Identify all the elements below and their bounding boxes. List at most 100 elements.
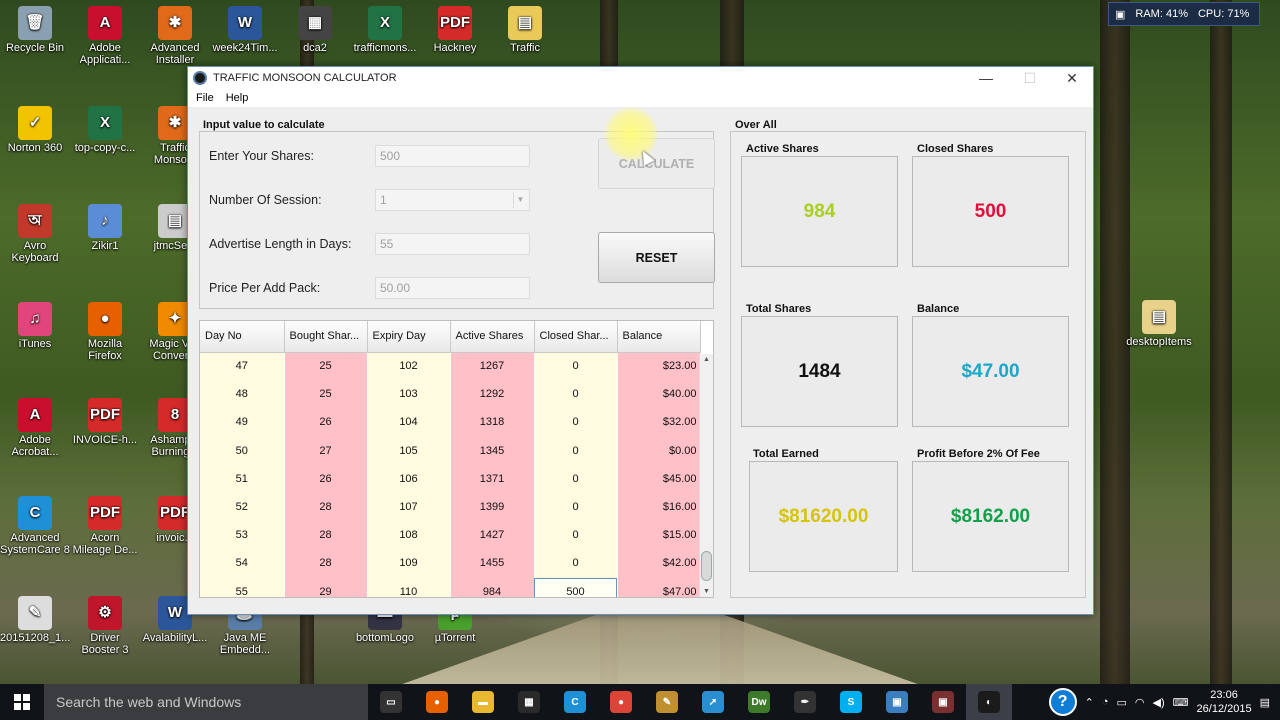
table-cell[interactable]: 107 [367,492,451,522]
menu-file[interactable]: File [196,92,214,104]
table-cell[interactable]: $15.00 [617,521,701,550]
taskbar-virtualbox-button[interactable]: ▣ [874,684,920,720]
column-header[interactable]: Day No [200,321,285,353]
table-cell[interactable]: 27 [284,436,368,465]
desktop-icon[interactable]: Xtop-copy-c... [70,106,140,154]
table-cell[interactable]: 47 [200,352,285,381]
network-icon[interactable]: ◔ [1102,696,1109,708]
scroll-up-icon[interactable]: ▲ [700,354,713,366]
table-row[interactable]: 48 25 103 1292 0 $40.00 [200,380,701,409]
table-cell[interactable]: $23.00 [617,352,701,381]
table-cell[interactable]: 0 [534,380,618,409]
table-cell[interactable]: 0 [534,408,618,437]
table-row[interactable]: 51 26 106 1371 0 $45.00 [200,464,701,493]
taskbar-file-explorer-button[interactable]: ▬ [460,684,506,720]
taskbar-task-view-button[interactable]: ▭ [368,684,414,720]
desktop-icon[interactable]: ▦ dca2 [280,6,350,54]
taskbar-screen-recorder-button[interactable]: ▣ [920,684,966,720]
desktop-icon[interactable]: C Advanced SystemCare 8 [0,496,70,556]
table-cell[interactable]: 109 [367,549,451,578]
desktop-icon[interactable]: PDF INVOICE-h... [70,398,140,446]
table-cell[interactable]: 0 [534,464,618,493]
table-cell[interactable]: 1267 [450,352,535,381]
chevron-down-icon[interactable]: ▼ [513,192,527,208]
desktop-icon[interactable]: 🗑 Recycle Bin [0,6,70,54]
taskbar-paint-button[interactable]: ✎ [644,684,690,720]
table-cell[interactable]: 104 [367,408,451,437]
table-cell[interactable]: $42.00 [617,549,701,578]
scroll-thumb[interactable] [701,551,712,581]
column-header[interactable]: Active Shares [450,321,535,353]
table-cell[interactable]: 0 [534,521,618,550]
taskbar-chrome-button[interactable]: ● [598,684,644,720]
title-bar[interactable]: TRAFFIC MONSOON CALCULATOR — ☐ ✕ [188,67,1093,89]
table-cell[interactable]: 53 [200,521,285,550]
column-header[interactable]: Balance [617,321,701,353]
desktop-icon[interactable]: ● Mozilla Firefox [70,302,140,362]
table-cell[interactable]: 52 [200,492,285,522]
table-cell[interactable]: 51 [200,464,285,493]
taskbar-store-button[interactable]: ▦ [506,684,552,720]
menu-help[interactable]: Help [226,92,249,104]
chevron-up-icon[interactable]: ⌃ [1085,696,1094,709]
table-cell[interactable]: 26 [284,464,368,493]
table-cell[interactable]: 50 [200,436,285,465]
scroll-down-icon[interactable]: ▼ [700,586,713,597]
table-cell[interactable]: 110 [367,577,451,597]
table-cell[interactable]: 0 [534,436,618,465]
clock[interactable]: 23:06 26/12/2015 [1197,688,1252,716]
battery-icon[interactable]: ▭ [1117,696,1127,709]
table-cell[interactable]: 1318 [450,408,535,437]
volume-icon[interactable]: ◀) [1153,696,1165,709]
desktop-icon[interactable]: PDF Acorn Mileage De... [70,496,140,556]
table-row[interactable]: 49 26 104 1318 0 $32.00 [200,408,701,437]
desktop-icon[interactable]: ✓ Norton 360 [0,106,70,154]
price-input[interactable]: 50.00 [375,277,530,299]
taskbar-traffic-monsoon-calc-button[interactable]: ◐ [966,684,1012,720]
taskbar-search-input[interactable]: Search the web and Windows [44,684,368,720]
wifi-icon[interactable]: ◠ [1135,696,1145,709]
close-button[interactable]: ✕ [1050,67,1094,89]
notifications-icon[interactable]: ▤ [1260,696,1270,709]
table-cell[interactable]: $0.00 [617,436,701,465]
desktop-icon[interactable]: Wweek24Tim... [210,6,280,54]
table-cell[interactable]: 26 [284,408,368,437]
table-cell[interactable]: 28 [284,521,368,550]
table-cell[interactable]: 54 [200,549,285,578]
table-row[interactable]: 50 27 105 1345 0 $0.00 [200,436,701,465]
table-cell[interactable]: $47.00 [617,577,701,597]
table-cell[interactable]: 48 [200,380,285,409]
table-cell[interactable]: 1427 [450,521,535,550]
taskbar-advanced-systemcare-button[interactable]: C [552,684,598,720]
table-cell[interactable]: 25 [284,380,368,409]
table-cell[interactable]: 1455 [450,549,535,578]
sessions-select[interactable]: 1 ▼ [375,189,530,211]
table-row[interactable]: 53 28 108 1427 0 $15.00 [200,521,701,550]
table-row[interactable]: 55 29 110 984 500 $47.00 [200,577,701,597]
help-icon[interactable]: ? [1048,688,1077,716]
desktop-icon[interactable]: ▤ Traffic [490,6,560,54]
table-cell[interactable]: 1292 [450,380,535,409]
desktop-icon[interactable]: অ Avro Keyboard [0,204,70,264]
table-cell[interactable]: 29 [284,577,368,597]
taskbar-inkscape-button[interactable]: ✒ [782,684,828,720]
table-row[interactable]: 47 25 102 1267 0 $23.00 [200,352,701,381]
table-scrollbar[interactable]: ▲ ▼ [699,354,713,597]
table-cell[interactable]: $45.00 [617,464,701,493]
minimize-button[interactable]: — [964,67,1008,89]
taskbar-app-blue-button[interactable]: ➚ [690,684,736,720]
table-cell[interactable]: 0 [534,549,618,578]
desktop-icon[interactable]: A Adobe Applicati... [70,6,140,66]
table-row[interactable]: 52 28 107 1399 0 $16.00 [200,492,701,522]
table-cell[interactable]: 1345 [450,436,535,465]
table-cell[interactable]: 984 [450,577,535,597]
desktop-icon[interactable]: A Adobe Acrobat... [0,398,70,458]
column-header[interactable]: Closed Shar... [534,321,618,353]
desktop-icon[interactable]: Xtrafficmons... [350,6,420,54]
advertise-length-input[interactable]: 55 [375,233,530,255]
table-cell[interactable]: 49 [200,408,285,437]
reset-button[interactable]: RESET [598,232,715,283]
table-cell[interactable]: 28 [284,492,368,522]
table-row[interactable]: 54 28 109 1455 0 $42.00 [200,549,701,578]
column-header[interactable]: Bought Shar... [284,321,368,353]
